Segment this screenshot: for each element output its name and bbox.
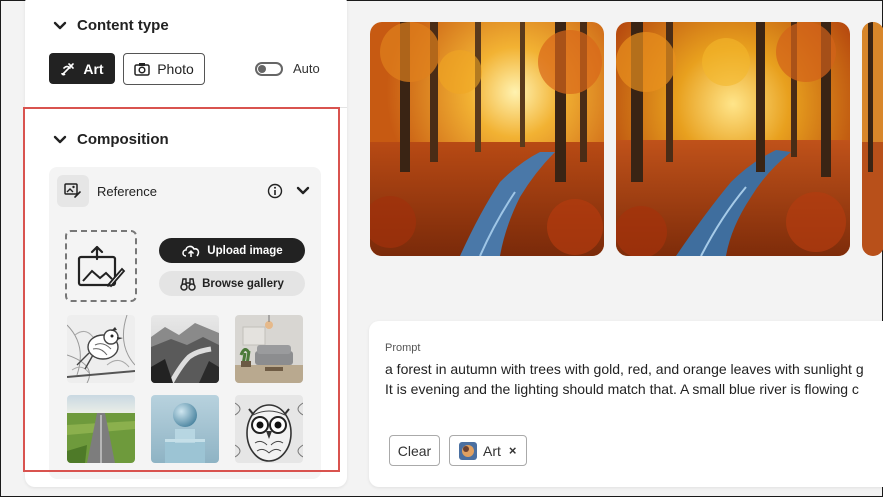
binoculars-icon (180, 277, 196, 291)
generated-image-1[interactable] (370, 22, 604, 256)
composition-header[interactable]: Composition (53, 131, 169, 148)
photo-button[interactable]: Photo (123, 53, 205, 85)
generated-image-2[interactable] (616, 22, 850, 256)
photo-button-label: Photo (157, 61, 194, 77)
reference-card: Reference Upload image Browse gallery (49, 167, 321, 479)
reference-icon (57, 175, 89, 207)
gallery-thumb-blue-sphere[interactable] (151, 395, 219, 463)
camera-icon (134, 63, 150, 76)
clear-button[interactable]: Clear (389, 435, 440, 466)
info-icon[interactable] (267, 183, 283, 199)
art-brush-icon (61, 63, 75, 76)
prompt-text-line-2[interactable]: It is evening and the lighting should ma… (385, 381, 859, 397)
chevron-down-icon (53, 135, 67, 143)
auto-label: Auto (293, 61, 320, 76)
composition-title: Composition (77, 131, 169, 148)
gallery-thumb-river-valley[interactable] (151, 315, 219, 383)
art-chip-thumbnail (459, 441, 477, 460)
browse-gallery-button[interactable]: Browse gallery (159, 271, 305, 296)
prompt-card: Prompt a forest in autumn with trees wit… (369, 321, 883, 487)
upload-drop-zone[interactable] (65, 230, 137, 302)
prompt-label: Prompt (385, 342, 421, 354)
auto-toggle[interactable] (255, 62, 283, 76)
settings-panel: Content type Art Photo Auto Composition … (25, 0, 347, 487)
browse-gallery-label: Browse gallery (202, 277, 284, 290)
art-button-label: Art (83, 60, 104, 77)
gallery-thumb-road-field[interactable] (67, 395, 135, 463)
gallery-thumb-owl-sketch[interactable] (235, 395, 303, 463)
clear-button-label: Clear (397, 442, 432, 459)
art-style-chip[interactable]: Art × (449, 435, 527, 466)
upload-image-label: Upload image (207, 244, 283, 257)
cloud-upload-icon (182, 245, 200, 257)
gallery-thumb-living-room[interactable] (235, 315, 303, 383)
gallery-thumb-bird-sketch[interactable] (67, 315, 135, 383)
prompt-text-line-1[interactable]: a forest in autumn with trees with gold,… (385, 361, 864, 377)
art-button[interactable]: Art (49, 53, 115, 84)
content-type-header[interactable]: Content type (53, 17, 169, 34)
upload-image-button[interactable]: Upload image (159, 238, 305, 263)
remove-chip-icon[interactable]: × (509, 443, 517, 458)
content-type-title: Content type (77, 17, 169, 34)
image-upload-icon (77, 245, 126, 288)
chevron-down-icon[interactable] (296, 184, 310, 198)
reference-label: Reference (97, 184, 157, 199)
chevron-down-icon (53, 21, 67, 29)
art-chip-label: Art (483, 442, 501, 459)
section-divider (25, 107, 347, 108)
generated-image-3[interactable] (862, 22, 883, 256)
